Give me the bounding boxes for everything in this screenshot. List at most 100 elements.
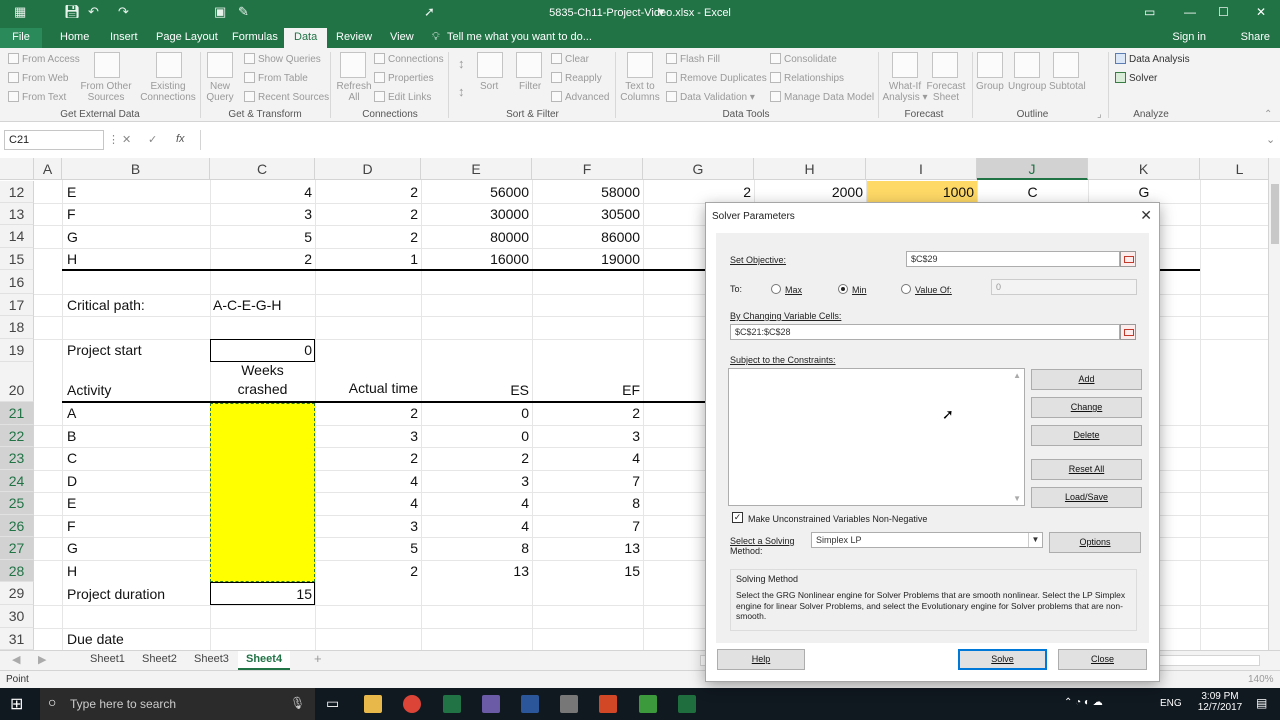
cell-b26[interactable]: F xyxy=(67,518,76,534)
cell-i12[interactable]: 1000 xyxy=(866,184,974,200)
task-view-icon[interactable]: ▭ xyxy=(326,695,339,712)
tell-me-input[interactable]: Tell me what you want to do... xyxy=(447,31,592,43)
cell-d23[interactable]: 2 xyxy=(315,450,418,466)
group-button[interactable]: Group xyxy=(976,81,1004,92)
column-header-k[interactable]: K xyxy=(1088,158,1200,180)
forecast-sheet-button[interactable]: Forecast Sheet xyxy=(925,81,967,103)
cell-k12[interactable]: G xyxy=(1088,184,1200,200)
scroll-left-icon[interactable]: ◀ xyxy=(12,653,20,666)
sign-in-link[interactable]: Sign in xyxy=(1172,31,1206,43)
cell-d14[interactable]: 2 xyxy=(315,229,418,245)
properties-button[interactable]: Properties xyxy=(374,72,434,84)
cell-c12[interactable]: 4 xyxy=(210,184,312,200)
cell-c17[interactable]: A-C-E-G-H xyxy=(213,297,281,313)
column-header-f[interactable]: F xyxy=(532,158,643,180)
refresh-all-button[interactable]: Refresh All xyxy=(334,81,374,103)
sheet-tab-sheet4[interactable]: Sheet4 xyxy=(238,651,291,670)
sheet-tab-sheet1[interactable]: Sheet1 xyxy=(90,653,125,665)
subtotal-button[interactable]: Subtotal xyxy=(1049,81,1086,92)
relationships-button[interactable]: Relationships xyxy=(770,72,844,84)
camtasia-icon[interactable] xyxy=(639,695,657,713)
maximize-button[interactable]: ☐ xyxy=(1218,5,1229,19)
existing-connections-button[interactable]: Existing Connections xyxy=(138,81,198,103)
cell-d13[interactable]: 2 xyxy=(315,206,418,222)
notifications-icon[interactable]: ▤ xyxy=(1256,696,1267,710)
column-header-i[interactable]: I xyxy=(866,158,977,180)
expand-formula-icon[interactable]: ⌄ xyxy=(1266,133,1275,146)
row-header[interactable]: 20 xyxy=(0,362,34,402)
cell-f14[interactable]: 86000 xyxy=(532,229,640,245)
cell-b19[interactable]: Project start xyxy=(67,342,142,358)
row-header[interactable]: 29 xyxy=(0,582,34,605)
list-scroll-up-icon[interactable]: ▲ xyxy=(1013,371,1021,380)
remove-duplicates-button[interactable]: Remove Duplicates xyxy=(666,72,767,84)
powerpoint-icon[interactable] xyxy=(599,695,617,713)
tab-home[interactable]: Home xyxy=(60,31,89,43)
clock[interactable]: 3:09 PM 12/7/2017 xyxy=(1195,691,1245,713)
app-icon[interactable] xyxy=(560,695,578,713)
change-button[interactable]: Change xyxy=(1031,397,1142,418)
cell-f12[interactable]: 58000 xyxy=(532,184,640,200)
reset-all-button[interactable]: Reset All xyxy=(1031,459,1142,480)
non-negative-checkbox[interactable]: ✓ xyxy=(732,512,743,523)
row-header[interactable]: 26 xyxy=(0,515,34,537)
cancel-icon[interactable]: ✕ xyxy=(122,133,131,146)
row-header[interactable]: 24 xyxy=(0,470,34,492)
cell-c20[interactable]: Weeks crashed xyxy=(210,361,315,399)
list-scroll-down-icon[interactable]: ▼ xyxy=(1013,494,1021,503)
max-radio[interactable] xyxy=(771,284,781,294)
clear-button[interactable]: Clear xyxy=(551,53,589,65)
tab-review[interactable]: Review xyxy=(336,31,372,43)
cell-h12[interactable]: 2000 xyxy=(754,184,863,200)
cell-f26[interactable]: 7 xyxy=(532,518,640,534)
row-header[interactable]: 14 xyxy=(0,225,34,248)
column-header-g[interactable]: G xyxy=(643,158,754,180)
cell-b20[interactable]: Activity xyxy=(67,382,111,398)
row-header[interactable]: 12 xyxy=(0,181,34,203)
zoom-level[interactable]: 140% xyxy=(1248,674,1274,685)
cell-e25[interactable]: 4 xyxy=(421,495,529,511)
row-header[interactable]: 27 xyxy=(0,537,34,560)
close-button[interactable]: Close xyxy=(1058,649,1147,670)
input-language[interactable]: ENG xyxy=(1160,698,1182,709)
sort-za-icon[interactable]: ↕ xyxy=(458,84,465,99)
data-analysis-button[interactable]: Data Analysis xyxy=(1115,53,1190,65)
data-validation-button[interactable]: Data Validation ▾ xyxy=(666,91,755,103)
dialog-close-icon[interactable]: ✕ xyxy=(1140,207,1152,224)
cell-b28[interactable]: H xyxy=(67,563,77,579)
cell-f15[interactable]: 19000 xyxy=(532,251,640,267)
cell-g12[interactable]: 2 xyxy=(643,184,751,200)
cell-d28[interactable]: 2 xyxy=(315,563,418,579)
cell-d27[interactable]: 5 xyxy=(315,540,418,556)
row-header[interactable]: 16 xyxy=(0,270,34,294)
cell-b27[interactable]: G xyxy=(67,540,78,556)
cell-d20[interactable]: Actual time xyxy=(315,380,418,396)
cell-e27[interactable]: 8 xyxy=(421,540,529,556)
cell-d12[interactable]: 2 xyxy=(315,184,418,200)
cell-b24[interactable]: D xyxy=(67,473,77,489)
solver-button[interactable]: Solver xyxy=(1115,72,1157,84)
text-to-columns-button[interactable]: Text to Columns xyxy=(618,81,662,103)
add-button[interactable]: Add xyxy=(1031,369,1142,390)
cell-e24[interactable]: 3 xyxy=(421,473,529,489)
row-header[interactable]: 13 xyxy=(0,203,34,225)
edit-links-button[interactable]: Edit Links xyxy=(374,91,431,103)
namebox-dropdown-icon[interactable]: ⋮ xyxy=(108,133,119,146)
cell-c29[interactable]: 15 xyxy=(210,586,312,602)
cell-e13[interactable]: 30000 xyxy=(421,206,529,222)
cell-d22[interactable]: 3 xyxy=(315,428,418,444)
changing-cells-selection[interactable] xyxy=(210,403,315,582)
cell-c14[interactable]: 5 xyxy=(210,229,312,245)
row-header[interactable]: 22 xyxy=(0,425,34,447)
cell-b21[interactable]: A xyxy=(67,405,76,421)
load-save-button[interactable]: Load/Save xyxy=(1031,487,1142,508)
from-table-button[interactable]: From Table xyxy=(244,72,308,84)
scrollbar-thumb[interactable] xyxy=(1271,184,1279,244)
what-if-analysis-button[interactable]: What-If Analysis ▾ xyxy=(882,81,928,103)
cell-f20[interactable]: EF xyxy=(532,382,640,398)
cell-f23[interactable]: 4 xyxy=(532,450,640,466)
cell-c15[interactable]: 2 xyxy=(210,251,312,267)
minimize-button[interactable]: — xyxy=(1184,5,1196,19)
cell-c13[interactable]: 3 xyxy=(210,206,312,222)
column-header-b[interactable]: B xyxy=(62,158,210,180)
